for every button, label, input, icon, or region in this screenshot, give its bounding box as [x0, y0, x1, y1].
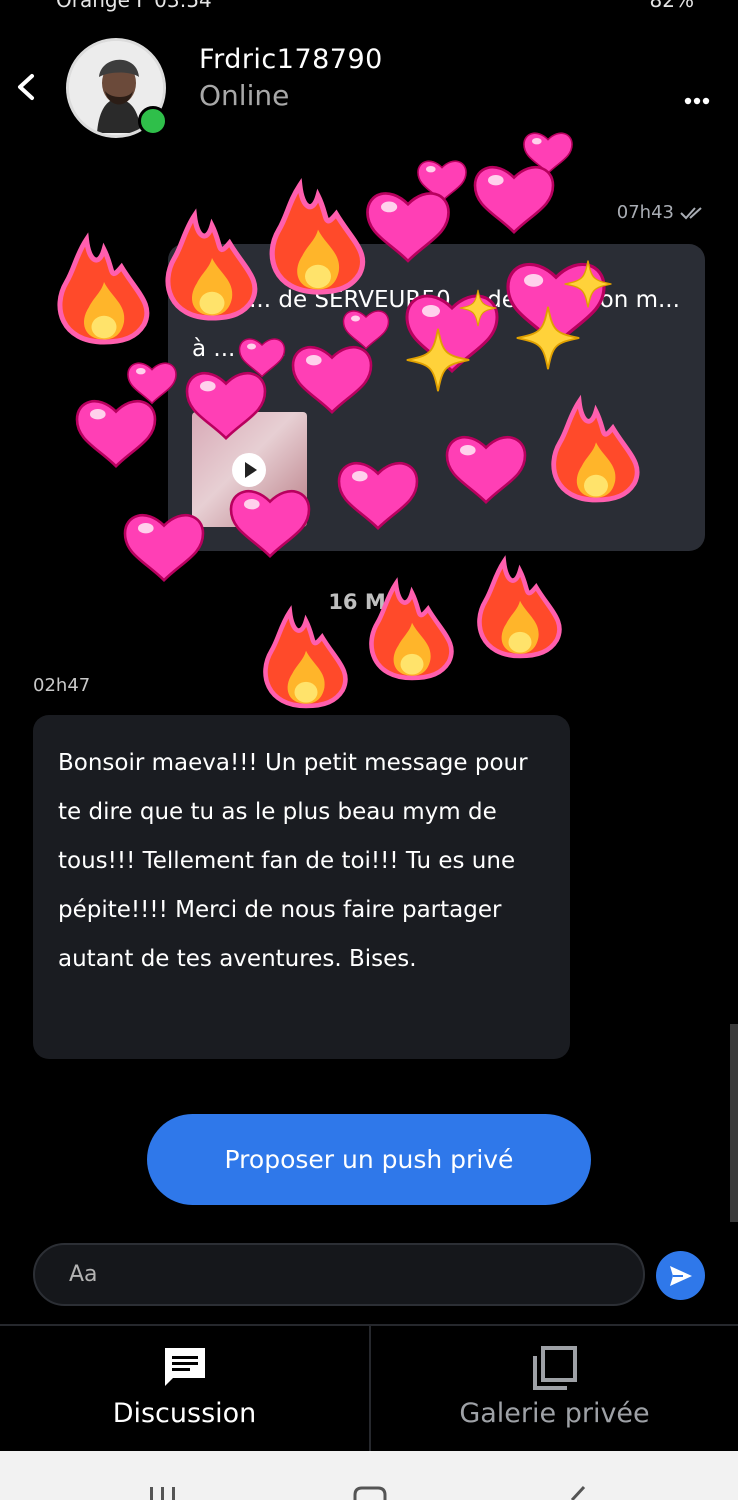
status-bar: Orange F 03:54 82%: [0, 0, 738, 14]
contact-name[interactable]: Frdric178790: [199, 44, 383, 75]
home-icon[interactable]: [352, 1485, 388, 1500]
tab-label: Galerie privée: [459, 1398, 650, 1429]
message-media-thumbnail[interactable]: [192, 412, 307, 527]
tab-private-gallery[interactable]: Galerie privée: [369, 1326, 738, 1451]
heart-icon: [417, 160, 467, 202]
more-options-button[interactable]: [684, 82, 710, 112]
recent-apps-icon[interactable]: [148, 1485, 178, 1500]
send-icon: [669, 1265, 692, 1286]
play-icon: [232, 453, 266, 487]
heart-icon: [75, 399, 157, 468]
incoming-message-time: 02h47: [33, 675, 91, 696]
scrollbar[interactable]: [730, 1024, 738, 1222]
chevron-left-icon: [18, 74, 34, 100]
outgoing-message-bubble[interactable]: ... le ... de SERVEUR50 ... de tout mon …: [168, 244, 705, 551]
presence-status: Online: [199, 79, 290, 112]
online-status-dot: [138, 106, 168, 136]
system-navigation-bar: [0, 1451, 738, 1500]
tab-label: Discussion: [112, 1398, 257, 1429]
outgoing-message-time: 07h43: [617, 202, 706, 223]
outgoing-message-text: ... le ... de SERVEUR50 ... de tout mon …: [192, 287, 680, 362]
chat-icon: [164, 1348, 205, 1386]
back-button[interactable]: [14, 72, 40, 102]
status-battery: 82%: [649, 0, 694, 12]
fire-icon: [265, 612, 345, 706]
chat-header: Frdric178790 Online: [0, 30, 738, 150]
heart-icon: [473, 165, 555, 234]
message-composer[interactable]: [33, 1243, 645, 1306]
message-input[interactable]: [35, 1245, 643, 1304]
propose-private-push-button[interactable]: Proposer un push privé: [147, 1114, 591, 1205]
date-separator: 16 M...: [328, 590, 410, 614]
incoming-message-text: Bonsoir maeva!!! Un petit message pour t…: [58, 750, 528, 972]
incoming-message-bubble[interactable]: Bonsoir maeva!!! Un petit message pour t…: [33, 715, 570, 1059]
bottom-tab-bar: Discussion Galerie privée: [0, 1324, 738, 1451]
gallery-icon: [532, 1346, 577, 1390]
more-horizontal-icon: [684, 97, 710, 105]
status-carrier: Orange F 03:54: [56, 0, 212, 12]
send-button[interactable]: [656, 1251, 705, 1300]
fire-icon: [60, 240, 147, 343]
avatar[interactable]: [66, 38, 168, 138]
back-nav-icon[interactable]: [566, 1485, 588, 1500]
tab-discussion[interactable]: Discussion: [0, 1326, 369, 1451]
double-check-icon: [680, 206, 702, 219]
